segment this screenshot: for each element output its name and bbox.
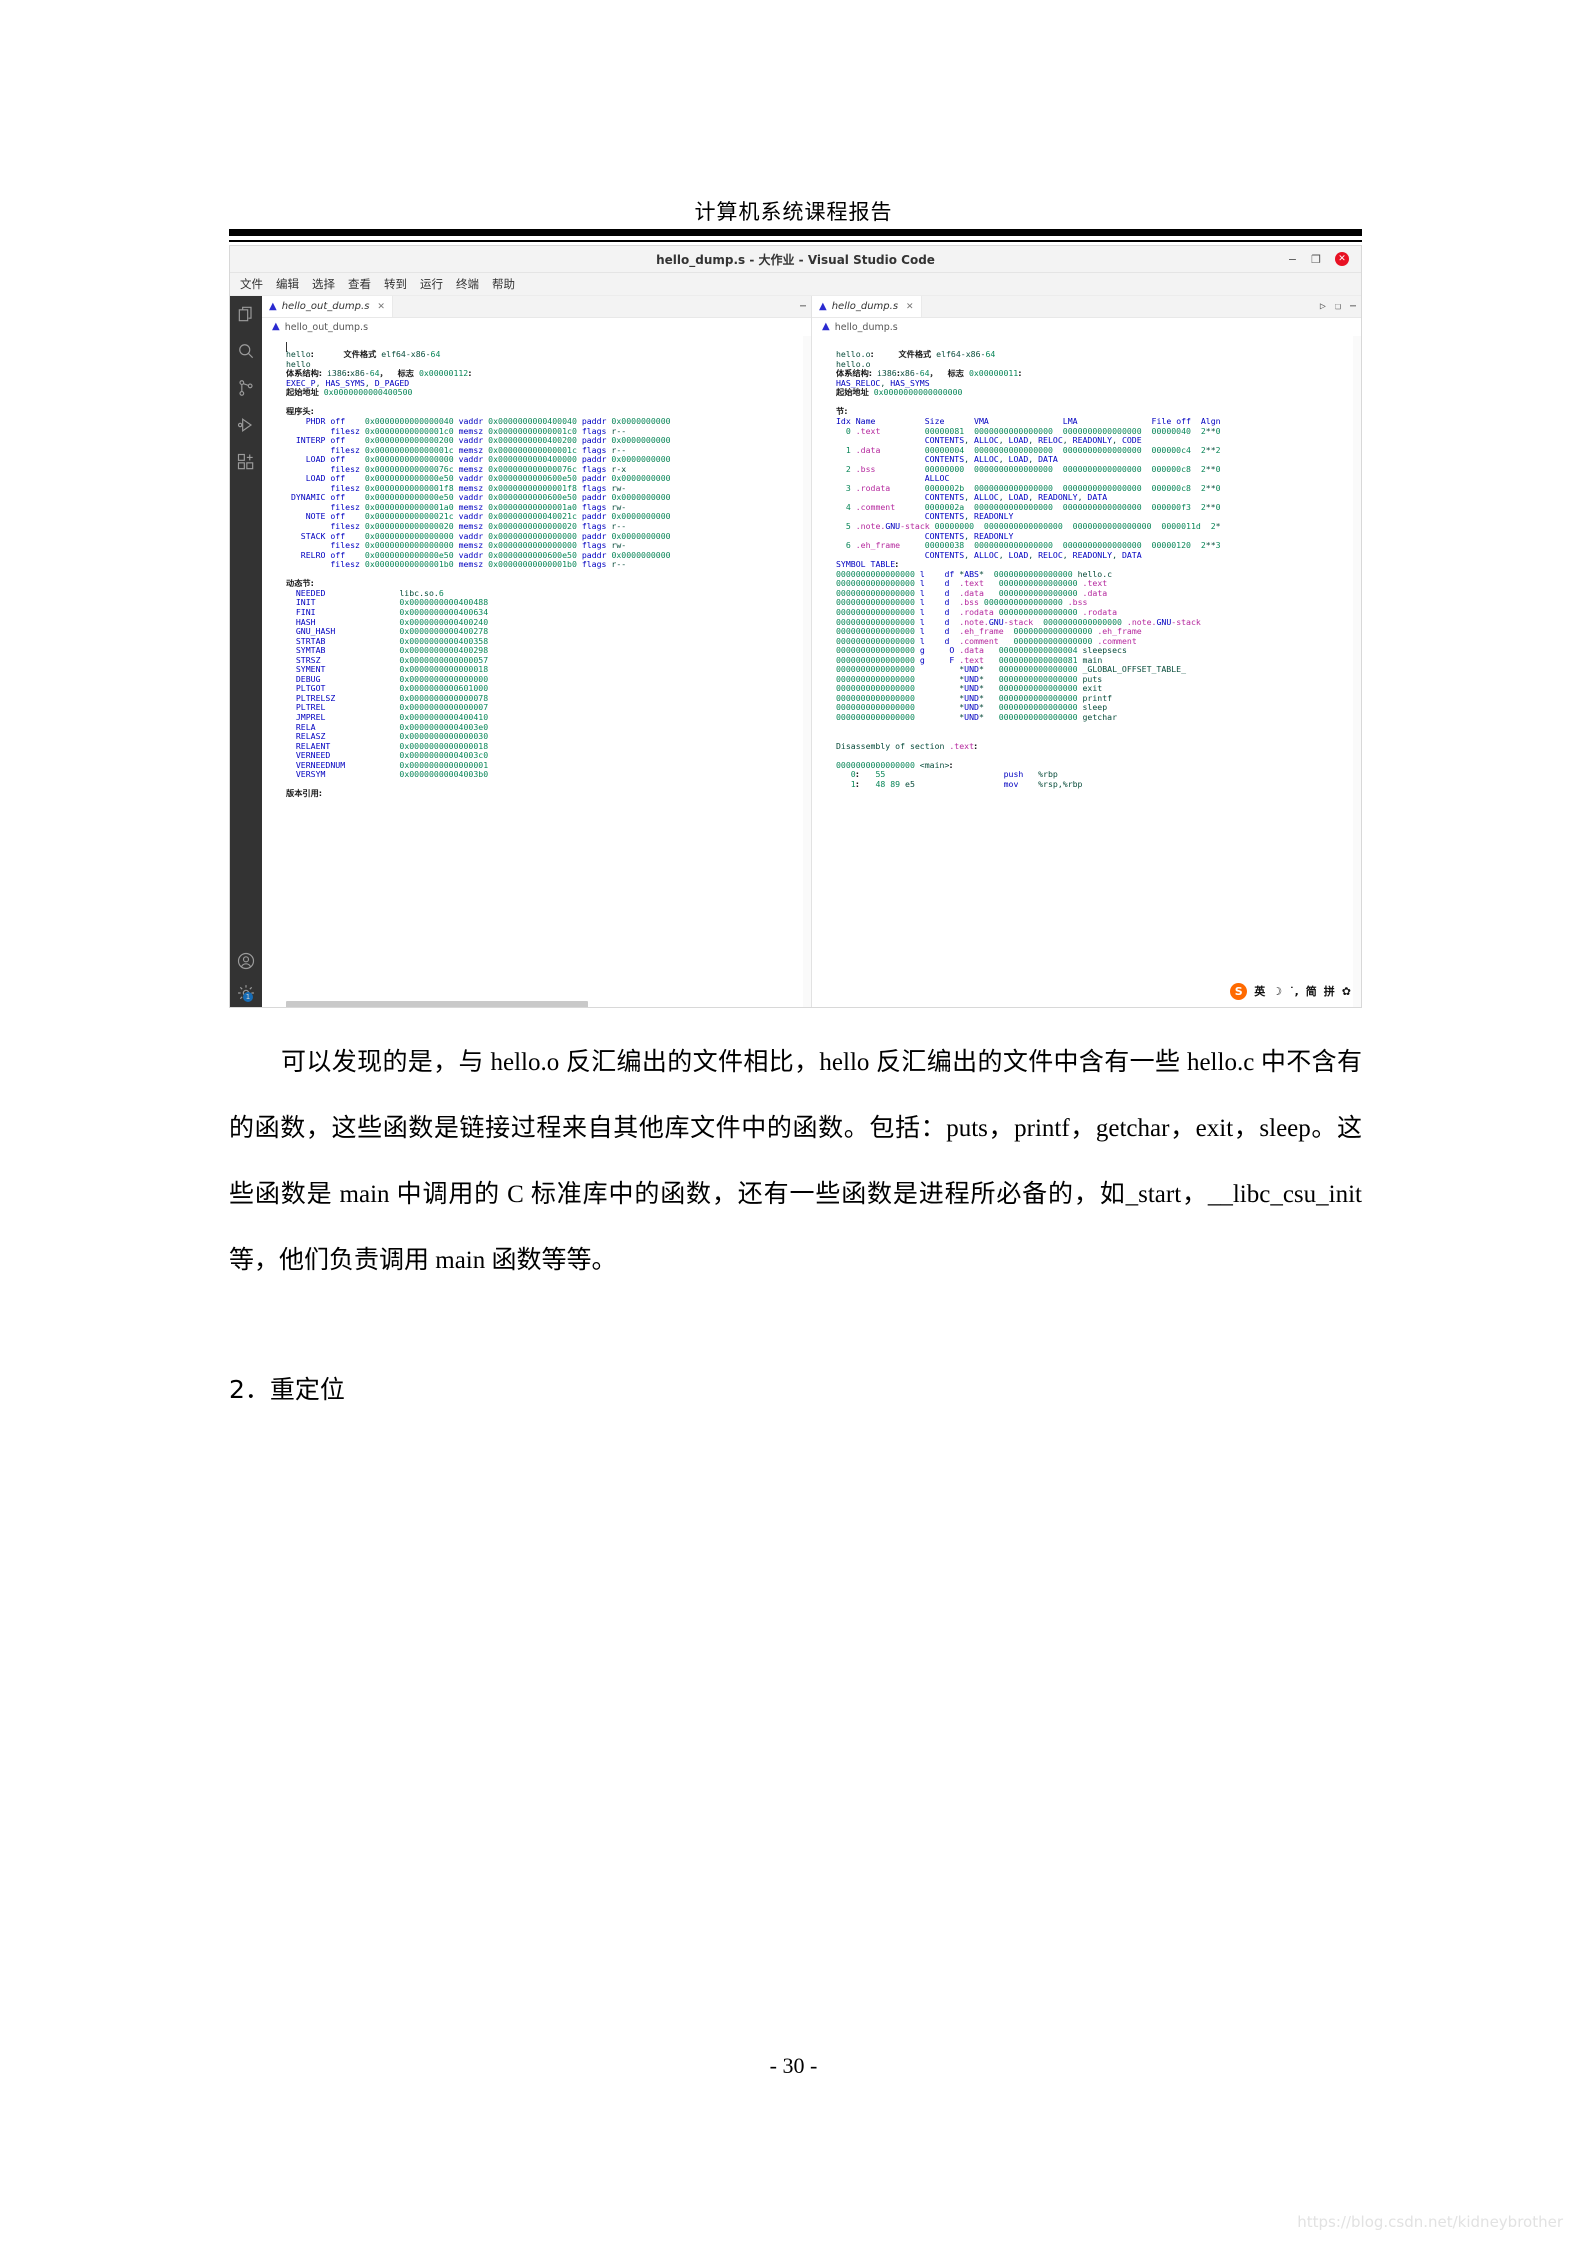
breadcrumb-label: hello_out_dump.s xyxy=(284,321,369,333)
header-rule-thin xyxy=(229,240,1362,242)
running-header: 计算机系统课程报告 xyxy=(694,200,893,224)
extensions-icon[interactable] xyxy=(236,452,256,472)
close-icon[interactable]: ✕ xyxy=(1335,252,1349,266)
breadcrumb-right[interactable]: ▲ hello_dump.s xyxy=(812,318,1361,336)
assembly-file-icon: ▲ xyxy=(819,300,827,312)
body-paragraph-container: 可以发现的是，与 hello.o 反汇编出的文件相比，hello 反汇编出的文件… xyxy=(229,1030,1362,1294)
search-icon[interactable] xyxy=(236,341,256,361)
ime-language-toggle[interactable]: 英 xyxy=(1254,983,1265,999)
more-actions-icon[interactable]: ⋯ xyxy=(1350,301,1356,312)
ime-simplified-toggle[interactable]: 简 xyxy=(1306,983,1317,999)
page-number: - 30 - xyxy=(769,2053,818,2078)
activity-bar-bottom: 1 xyxy=(230,951,262,1003)
ime-settings-icon[interactable]: ✿ xyxy=(1342,985,1351,998)
source-control-icon[interactable] xyxy=(236,378,256,398)
split-editor-icon[interactable]: ❏ xyxy=(1335,301,1341,312)
editor-pane-right: ▲ hello_dump.s ✕ ▷ ❏ ⋯ ▲ hello_dump.s he… xyxy=(812,296,1361,1007)
explorer-icon[interactable] xyxy=(236,304,256,324)
menu-item-go[interactable]: 转到 xyxy=(384,276,407,292)
gear-icon[interactable]: 1 xyxy=(236,983,256,1003)
activity-bar: 1 xyxy=(230,296,262,1007)
ime-pinyin-toggle[interactable]: 拼 xyxy=(1324,983,1335,999)
watermark-url: https://blog.csdn.net/kidneybrother xyxy=(1297,2213,1563,2231)
tab-label: hello_out_dump.s xyxy=(281,301,370,312)
vscode-window-screenshot: hello_dump.s - 大作业 - Visual Studio Code … xyxy=(229,245,1362,1008)
menu-item-help[interactable]: 帮助 xyxy=(492,276,515,292)
minimap-left[interactable] xyxy=(803,336,811,1007)
tab-bar-left: ▲ hello_out_dump.s ✕ ⋯ xyxy=(262,296,811,318)
tab-hello-out-dump-s[interactable]: ▲ hello_out_dump.s ✕ xyxy=(262,296,393,317)
tab-close-icon[interactable]: ✕ xyxy=(906,302,914,312)
tab-actions-right: ▷ ❏ ⋯ xyxy=(1320,301,1356,312)
maximize-icon[interactable]: ❐ xyxy=(1311,254,1321,265)
header-rule-thick xyxy=(229,229,1362,236)
tab-label: hello_dump.s xyxy=(831,301,899,312)
tab-actions-left: ⋯ xyxy=(800,301,806,312)
minimap-right[interactable] xyxy=(1353,336,1361,1007)
assembly-file-icon: ▲ xyxy=(272,321,280,332)
tab-bar-right: ▲ hello_dump.s ✕ ▷ ❏ ⋯ xyxy=(812,296,1361,318)
code-editor-left[interactable]: hello: 文件格式 elf64-x86-64 hello 体系结构: i38… xyxy=(262,336,811,1007)
section-heading: 2．重定位 xyxy=(229,1375,345,1404)
code-editor-right[interactable]: hello.o: 文件格式 elf64-x86-64 hello.o 体系结构:… xyxy=(812,336,1361,1007)
ime-punctuation-icon[interactable]: ˙, xyxy=(1289,985,1299,998)
document-page: 计算机系统课程报告 hello_dump.s - 大作业 - Visual St… xyxy=(0,0,1587,2245)
text-caret xyxy=(286,342,287,352)
run-icon[interactable]: ▷ xyxy=(1320,301,1326,312)
settings-badge: 1 xyxy=(243,992,253,1002)
menu-item-edit[interactable]: 编辑 xyxy=(276,276,299,292)
horizontal-scrollbar-left[interactable] xyxy=(286,1001,588,1007)
window-controls: − ❐ ✕ xyxy=(1288,246,1357,272)
sogou-ime-logo-icon[interactable]: S xyxy=(1230,982,1248,1000)
editor-group-container: ▲ hello_out_dump.s ✕ ⋯ ▲ hello_out_dump.… xyxy=(262,296,1361,1007)
ime-toolbar: S 英 ☽ ˙, 简 拼 ✿ xyxy=(1224,981,1357,1001)
menu-item-run[interactable]: 运行 xyxy=(420,276,443,292)
more-actions-icon[interactable]: ⋯ xyxy=(800,301,806,312)
menu-item-selection[interactable]: 选择 xyxy=(312,276,335,292)
assembly-file-icon: ▲ xyxy=(822,321,830,332)
menu-item-file[interactable]: 文件 xyxy=(240,276,263,292)
editor-gutter-left xyxy=(262,336,284,1007)
vscode-menu-bar: 文件 编辑 选择 查看 转到 运行 终端 帮助 xyxy=(230,273,1361,296)
code-content-right: hello.o: 文件格式 elf64-x86-64 hello.o 体系结构:… xyxy=(836,349,1221,789)
breadcrumb-left[interactable]: ▲ hello_out_dump.s xyxy=(262,318,811,336)
account-icon[interactable] xyxy=(236,951,256,971)
minimize-icon[interactable]: − xyxy=(1288,254,1297,265)
breadcrumb-label: hello_dump.s xyxy=(834,321,898,333)
run-debug-icon[interactable] xyxy=(236,415,256,435)
tab-hello-dump-s[interactable]: ▲ hello_dump.s ✕ xyxy=(812,296,922,317)
menu-item-view[interactable]: 查看 xyxy=(348,276,371,292)
menu-item-terminal[interactable]: 终端 xyxy=(456,276,479,292)
editor-gutter-right xyxy=(812,336,834,1007)
assembly-file-icon: ▲ xyxy=(269,300,277,312)
code-content-left: hello: 文件格式 elf64-x86-64 hello 体系结构: i38… xyxy=(286,349,671,799)
ime-moon-icon[interactable]: ☽ xyxy=(1272,985,1282,998)
vscode-title-bar: hello_dump.s - 大作业 - Visual Studio Code … xyxy=(230,246,1361,273)
body-paragraph: 可以发现的是，与 hello.o 反汇编出的文件相比，hello 反汇编出的文件… xyxy=(229,1049,1362,1274)
editor-pane-left: ▲ hello_out_dump.s ✕ ⋯ ▲ hello_out_dump.… xyxy=(262,296,812,1007)
tab-close-icon[interactable]: ✕ xyxy=(377,302,385,312)
window-title: hello_dump.s - 大作业 - Visual Studio Code xyxy=(656,252,935,267)
